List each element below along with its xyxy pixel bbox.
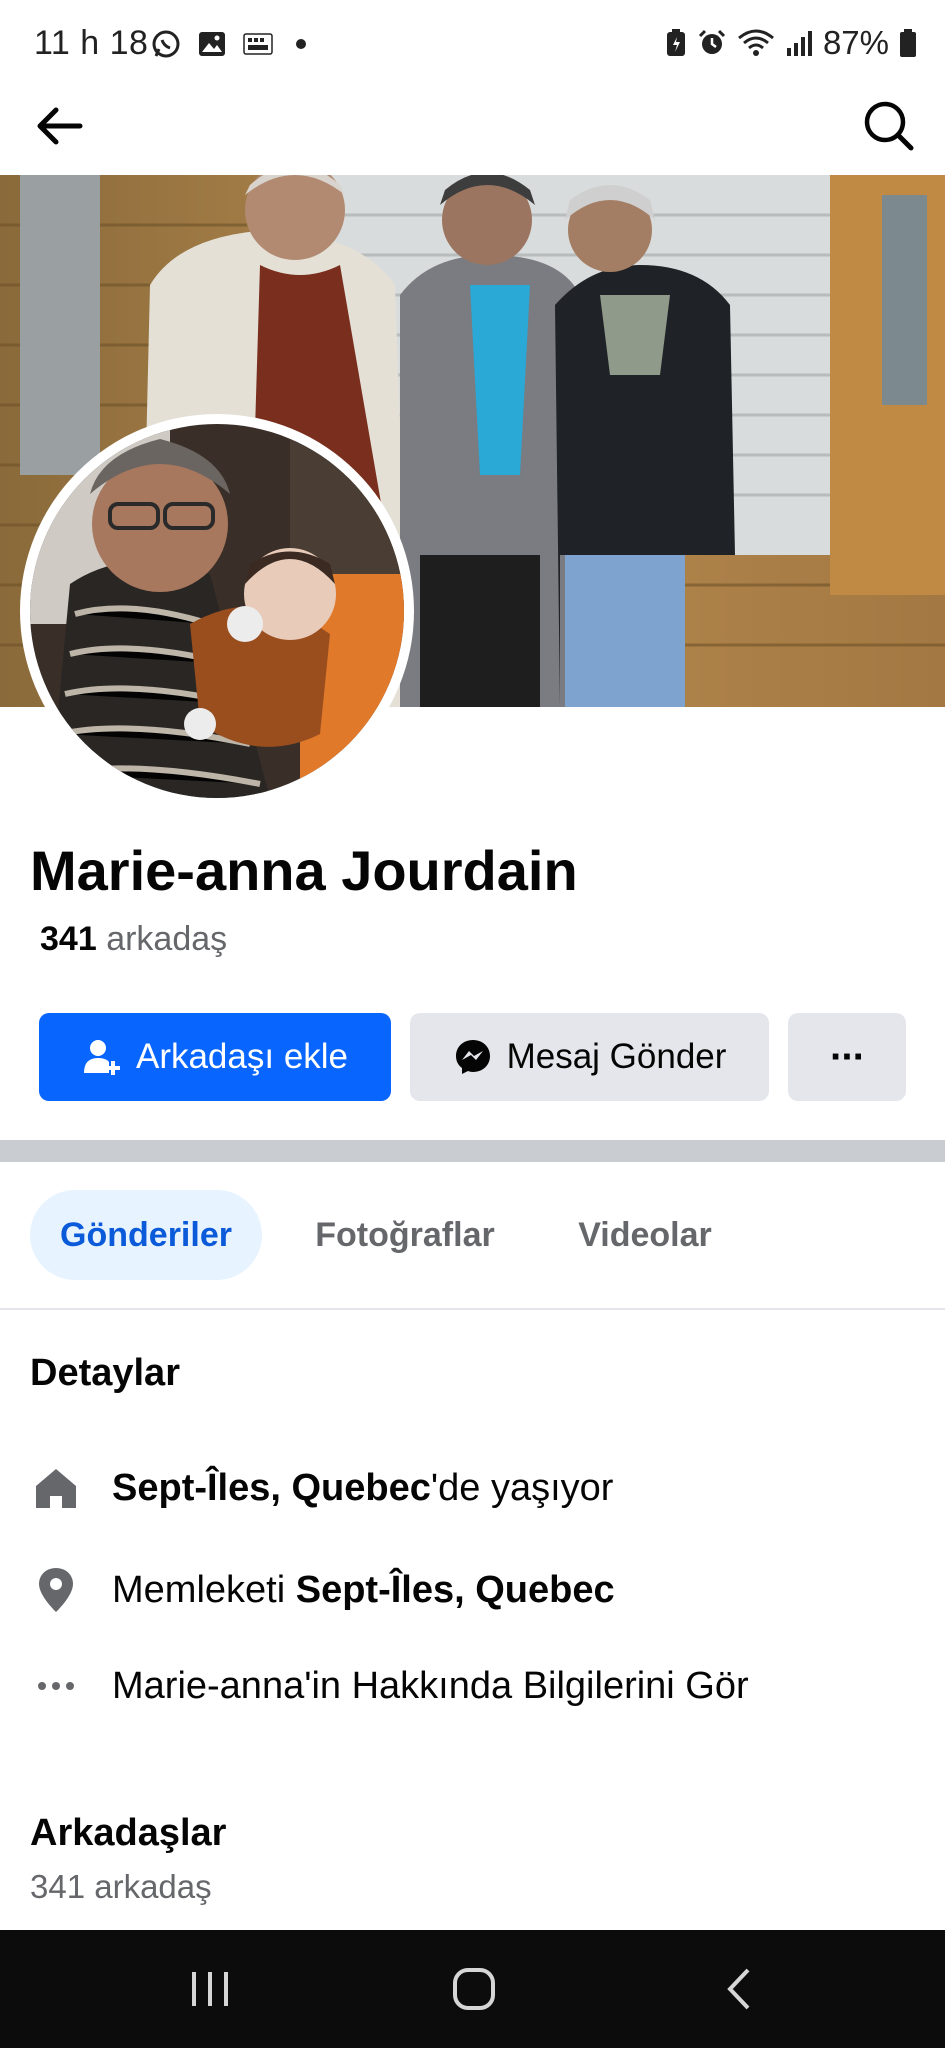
- send-message-button[interactable]: Mesaj Gönder: [410, 1013, 769, 1101]
- battery-percent: 87%: [822, 24, 889, 61]
- tab-videos[interactable]: Videolar: [560, 1190, 730, 1280]
- detail-lives-in: Sept-Îles, Quebec'de yaşıyor: [30, 1462, 613, 1514]
- friends-title: Arkadaşlar: [30, 1812, 227, 1854]
- send-message-label: Mesaj Gönder: [506, 1037, 727, 1076]
- add-friend-button[interactable]: Arkadaşı ekle: [39, 1013, 391, 1101]
- add-user-icon: [83, 1040, 120, 1075]
- tab-posts[interactable]: Gönderiler: [30, 1190, 262, 1280]
- back-nav-icon[interactable]: [720, 1964, 760, 2014]
- home-button-icon[interactable]: [449, 1964, 499, 2014]
- avatar[interactable]: [30, 424, 404, 798]
- whatsapp-icon: [152, 30, 180, 58]
- tab-photos[interactable]: Fotoğraflar: [300, 1190, 510, 1280]
- friend-count-label: arkadaş: [106, 920, 228, 958]
- more-dots-icon: [30, 1660, 82, 1712]
- status-bar: 11 h 18 87%: [0, 0, 945, 90]
- more-icon: ···: [830, 1034, 866, 1079]
- see-about-info-label: Marie-anna'in Hakkında Bilgilerini Gör: [112, 1664, 749, 1707]
- search-icon[interactable]: [857, 94, 921, 158]
- hometown-prefix: Memleketi: [112, 1568, 296, 1611]
- add-friend-label: Arkadaşı ekle: [135, 1037, 349, 1076]
- section-divider: [0, 1140, 945, 1162]
- more-options-button[interactable]: ···: [788, 1013, 906, 1101]
- see-about-info-link[interactable]: Marie-anna'in Hakkında Bilgilerini Gör: [30, 1660, 749, 1712]
- notification-dot: [296, 39, 306, 49]
- profile-name: Marie-anna Jourdain: [30, 839, 578, 902]
- hometown-place: Sept-Îles, Quebec: [295, 1568, 615, 1611]
- status-left-icons: [150, 28, 306, 60]
- system-nav-bar: [0, 1930, 945, 2048]
- alarm-icon: [698, 29, 725, 54]
- details-title: Detaylar: [30, 1352, 180, 1394]
- tabs-divider: [0, 1308, 945, 1310]
- battery-icon: [900, 29, 916, 57]
- temu-icon: [243, 33, 273, 55]
- recent-apps-icon[interactable]: [186, 1966, 236, 2012]
- gallery-icon: [199, 32, 225, 56]
- friend-count-line[interactable]: 341 arkadaş: [40, 920, 227, 959]
- lives-in-place: Sept-Îles, Quebec: [112, 1466, 431, 1509]
- friend-count: 341: [40, 920, 97, 958]
- home-icon: [30, 1462, 82, 1514]
- messenger-icon: [455, 1040, 490, 1074]
- profile-tabs: Gönderiler Fotoğraflar Videolar: [0, 1190, 945, 1282]
- status-time: 11 h 18: [34, 24, 149, 62]
- lives-in-suffix: 'de yaşıyor: [430, 1466, 614, 1509]
- battery-saver-icon: [666, 29, 685, 56]
- signal-icon: [786, 31, 812, 56]
- friends-subtitle: 341 arkadaş: [30, 1868, 212, 1905]
- arrow-left-icon[interactable]: [28, 94, 92, 158]
- status-right-icons: 87%: [665, 24, 917, 62]
- wifi-icon: [737, 29, 774, 56]
- detail-hometown: Memleketi Sept-Îles, Quebec: [30, 1564, 615, 1616]
- location-pin-icon: [30, 1564, 82, 1616]
